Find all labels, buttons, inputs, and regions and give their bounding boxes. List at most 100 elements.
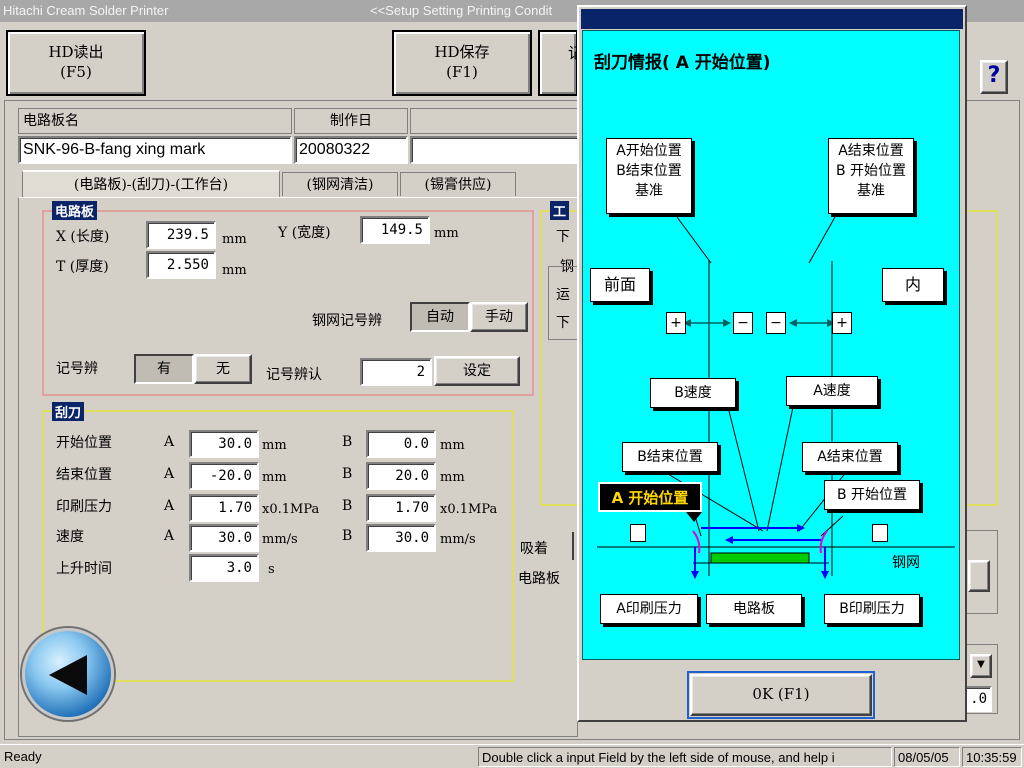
side-a-label: A [164, 498, 175, 514]
chevron-down-icon: ▼ [977, 659, 985, 670]
date-field[interactable]: 20080322 [294, 136, 408, 164]
thickness-field[interactable]: 2.550 [146, 251, 216, 279]
b-end-label: B结束位置 [622, 442, 718, 472]
rise-time-label: 上升时间 [56, 561, 112, 577]
side-b-unit: x0.1MPa [440, 502, 498, 517]
board-label-diagram: 电路板 [706, 594, 802, 624]
side-a-label: A [164, 528, 175, 544]
rise-time-unit: s [268, 562, 275, 577]
b-pressure-label: B印刷压力 [824, 594, 920, 624]
mark-confirm-label: 记号辨认 [266, 367, 322, 383]
mark-set-button[interactable]: 设定 [434, 356, 520, 386]
thickness-label: T (厚度) [56, 259, 109, 275]
board-name-field[interactable]: SNK-96-B-fang xing mark [18, 136, 292, 164]
label-right-top-ref: A结束位置 B 开始位置 基准 [828, 138, 914, 214]
mark-label: 记号辨 [56, 361, 98, 377]
a-pressure-label: A印刷压力 [600, 594, 698, 624]
help-button[interactable]: ? [980, 60, 1008, 94]
back-arrow-icon [49, 655, 87, 695]
a-start-label-active: A 开始位置 [598, 482, 702, 512]
hd-save-key: (F1) [446, 63, 478, 81]
b-end-pos-text: B结束位置 [616, 163, 682, 179]
side-b-value-field[interactable]: 20.0 [366, 462, 436, 490]
stencil-label: 钢网 [892, 555, 920, 571]
a-speed-label: A速度 [786, 376, 878, 406]
hd-read-button[interactable]: HD读出 (F5) [6, 30, 146, 96]
squeegee-row-label: 开始位置 [56, 435, 112, 451]
side-a-label: A [164, 466, 175, 482]
front-label: 前面 [590, 268, 650, 302]
side-b-value-field[interactable]: 30.0 [366, 524, 436, 552]
y-width-field[interactable]: 149.5 [360, 216, 430, 244]
hd-save-button[interactable]: HD保存 (F1) [392, 30, 532, 96]
side-a-unit: mm [262, 438, 287, 453]
suction-label: 吸着 [520, 541, 548, 557]
reference-text-left: 基准 [635, 183, 663, 199]
label-left-top-ref: A开始位置 B结束位置 基准 [606, 138, 692, 214]
minus-button-left[interactable]: − [733, 312, 753, 334]
help-icon: ? [987, 63, 1001, 88]
side-a-value-field[interactable]: -20.0 [189, 462, 259, 490]
side-a-value-field[interactable]: 1.70 [189, 494, 259, 522]
side-a-unit: mm/s [262, 532, 298, 547]
right-side-button[interactable] [968, 560, 990, 592]
dialog-title-bar [581, 9, 963, 29]
side-b-label: B [342, 466, 353, 482]
tab-board-squeegee-table[interactable]: (电路板)-(刮刀)-(工作台) [22, 170, 280, 198]
side-b-unit: mm [440, 438, 465, 453]
squeegee-row-label: 速度 [56, 529, 84, 545]
dropdown-arrow-button[interactable]: ▼ [970, 654, 992, 678]
inner-label: 内 [882, 268, 944, 302]
squeegee-group-title: 刮刀 [52, 402, 85, 421]
partial-toolbar-button[interactable]: 记 [538, 30, 583, 96]
side-a-value-field[interactable]: 30.0 [189, 524, 259, 552]
status-date: 08/05/05 [894, 747, 960, 767]
tab-stencil-clean[interactable]: (钢网清洁) [282, 172, 398, 196]
minus-button-right[interactable]: − [766, 312, 786, 334]
back-button[interactable] [22, 628, 114, 720]
side-b-label: B [342, 434, 353, 450]
hd-save-label: HD保存 [434, 43, 490, 61]
thickness-unit: mm [222, 263, 247, 278]
side-b-value-field[interactable]: 0.0 [366, 430, 436, 458]
board-name-header: 电路板名 [18, 108, 292, 134]
y-width-unit: mm [434, 226, 459, 241]
plus-button-left[interactable]: + [666, 312, 686, 334]
board-group-title: 电路板 [52, 201, 98, 220]
x-length-unit: mm [222, 232, 247, 247]
tab-solder-supply[interactable]: (锡膏供应) [400, 172, 516, 196]
mark-no-button[interactable]: 无 [194, 354, 252, 384]
ok-button[interactable]: 0K (F1) [687, 671, 875, 719]
side-a-unit: mm [262, 470, 287, 485]
stencil-left-block [630, 524, 646, 542]
mark-yes-button[interactable]: 有 [134, 354, 194, 384]
plus-button-right[interactable]: + [832, 312, 852, 334]
table-group-title: 工 [550, 201, 570, 220]
status-hint: Double click a input Field by the left s… [478, 747, 892, 767]
reference-text-right: 基准 [857, 183, 885, 199]
dialog-title: 刮刀情报( A 开始位置) [594, 53, 771, 73]
squeegee-row-label: 印刷压力 [56, 499, 112, 515]
side-b-value-field[interactable]: 1.70 [366, 494, 436, 522]
b-start-label: B 开始位置 [824, 480, 920, 510]
side-a-unit: x0.1MPa [262, 502, 320, 517]
a-start-pos-text: A开始位置 [616, 143, 682, 159]
stencil-right-block [872, 524, 888, 542]
pointer-arrow-icon [686, 512, 702, 522]
x-length-field[interactable]: 239.5 [146, 221, 216, 249]
status-ready: Ready [4, 749, 42, 764]
rise-time-field[interactable]: 3.0 [189, 554, 259, 582]
status-time: 10:35:59 [962, 747, 1022, 767]
stencil-mark-label: 钢网记号辨 [312, 313, 382, 329]
y-width-label: Y (宽度) [278, 225, 331, 241]
stencil-mark-auto-button[interactable]: 自动 [410, 302, 470, 332]
stencil-mark-manual-button[interactable]: 手动 [470, 302, 528, 332]
x-length-label: X (长度) [56, 229, 110, 245]
a-end-label: A结束位置 [802, 442, 898, 472]
extra-header [410, 108, 580, 134]
hd-read-label: HD读出 [48, 43, 104, 61]
b-start-pos-text: B 开始位置 [835, 163, 907, 179]
mark-confirm-field[interactable]: 2 [360, 358, 432, 386]
side-a-value-field[interactable]: 30.0 [189, 430, 259, 458]
extra-field[interactable] [410, 136, 580, 164]
